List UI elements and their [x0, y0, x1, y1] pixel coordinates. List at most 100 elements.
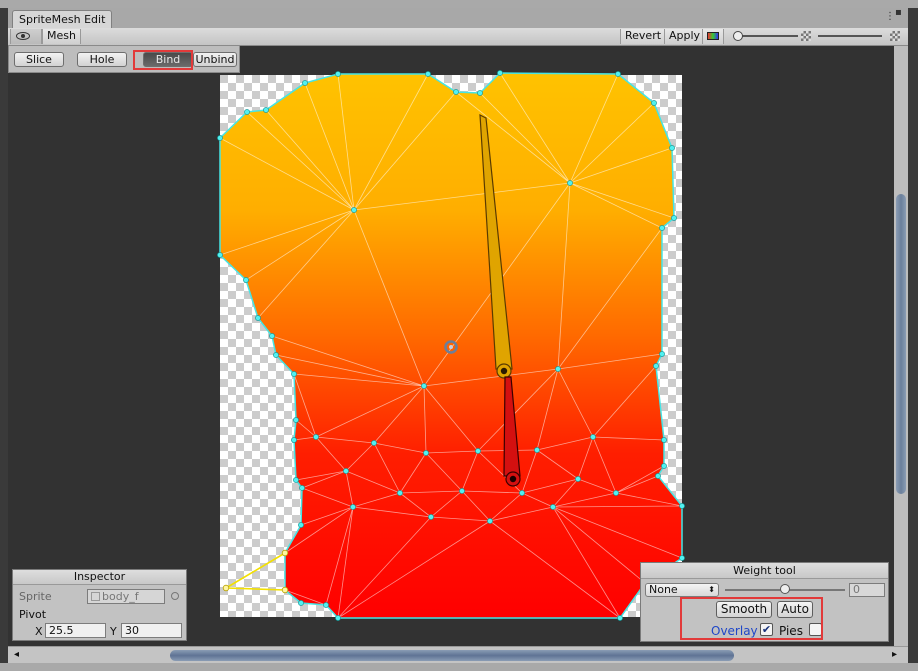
- mesh-vertex[interactable]: [661, 437, 667, 443]
- bind-highlight-box: [133, 50, 193, 70]
- mesh-vertex[interactable]: [263, 107, 269, 113]
- mesh-vertex[interactable]: [661, 463, 667, 469]
- mesh-vertex[interactable]: [313, 434, 319, 440]
- mesh-vertex[interactable]: [671, 215, 677, 221]
- mesh-vertex[interactable]: [302, 80, 308, 86]
- zoom-slider-thumb[interactable]: [733, 31, 743, 41]
- mesh-vertex[interactable]: [679, 555, 685, 561]
- mesh-vertex[interactable]: [453, 89, 459, 95]
- mesh-vertex[interactable]: [519, 490, 525, 496]
- mesh-vertex[interactable]: [590, 434, 596, 440]
- mesh-vertex[interactable]: [217, 252, 223, 258]
- mesh-vertex[interactable]: [335, 71, 341, 77]
- select-arrows-icon: ⬍: [708, 585, 715, 594]
- mesh-vertex[interactable]: [323, 602, 329, 608]
- mesh-vertex[interactable]: [293, 477, 299, 483]
- mesh-vertex[interactable]: [269, 333, 275, 339]
- mesh-vertex[interactable]: [679, 503, 685, 509]
- bone-chain-vertex[interactable]: [281, 549, 289, 557]
- pivot-x-field[interactable]: 25.5: [45, 623, 106, 638]
- sprite-field-value: body_f: [102, 590, 139, 603]
- mesh-vertex[interactable]: [653, 363, 659, 369]
- view-mode-button[interactable]: [10, 29, 42, 44]
- mesh-vertex[interactable]: [293, 417, 299, 423]
- mesh-vertex[interactable]: [659, 351, 665, 357]
- window-tab[interactable]: SpriteMesh Edit: [12, 10, 113, 28]
- mesh-vertex[interactable]: [615, 71, 621, 77]
- scroll-right-icon[interactable]: ▸: [892, 649, 897, 660]
- mesh-vertex[interactable]: [459, 488, 465, 494]
- mesh-vertex[interactable]: [244, 109, 250, 115]
- mesh-viewport[interactable]: [8, 46, 894, 646]
- weight-slider[interactable]: [725, 584, 845, 596]
- inspector-title: Inspector: [13, 570, 186, 585]
- mesh-vertex[interactable]: [217, 135, 223, 141]
- checker-icon-2: [890, 31, 900, 41]
- inspector-panel: Inspector Sprite body_f Pivot X 25.5 Y 3…: [12, 569, 187, 641]
- object-picker-icon[interactable]: [171, 592, 179, 600]
- weight-slider-thumb[interactable]: [780, 584, 790, 594]
- mesh-vertex[interactable]: [475, 448, 481, 454]
- mesh-vertex[interactable]: [291, 437, 297, 443]
- mesh-vertex[interactable]: [567, 180, 573, 186]
- mesh-button[interactable]: Mesh: [42, 29, 81, 44]
- mesh-vertex[interactable]: [534, 447, 540, 453]
- mesh-vertex[interactable]: [423, 450, 429, 456]
- mesh-vertex[interactable]: [497, 70, 503, 76]
- horizontal-scrollbar[interactable]: ◂ ▸: [8, 646, 908, 663]
- mesh-vertex[interactable]: [555, 366, 561, 372]
- sprite-label: Sprite: [19, 590, 52, 603]
- weight-controls-highlight-box: [680, 597, 823, 640]
- alpha-slider[interactable]: [816, 31, 886, 41]
- mode-panel: Slice Hole Bind Unbind: [8, 46, 240, 73]
- mesh-vertex[interactable]: [550, 504, 556, 510]
- mesh-vertex[interactable]: [477, 90, 483, 96]
- slice-button[interactable]: Slice: [14, 52, 64, 67]
- apply-button[interactable]: Apply: [664, 29, 706, 44]
- mesh-vertex[interactable]: [351, 207, 357, 213]
- vertical-scrollbar-thumb[interactable]: [896, 194, 906, 494]
- bone-select[interactable]: None ⬍: [645, 583, 719, 597]
- unbind-button[interactable]: Unbind: [193, 52, 237, 67]
- mesh-vertex[interactable]: [291, 371, 297, 377]
- mesh-vertex[interactable]: [298, 522, 304, 528]
- weight-value-field[interactable]: 0: [849, 583, 885, 597]
- mesh-vertex[interactable]: [299, 485, 305, 491]
- color-channels-button[interactable]: [702, 29, 724, 44]
- mesh-vertex[interactable]: [343, 468, 349, 474]
- vertical-scrollbar[interactable]: [894, 46, 908, 646]
- bone-chain-vertex[interactable]: [222, 584, 230, 592]
- mesh-vertex[interactable]: [487, 518, 493, 524]
- mesh-vertex[interactable]: [397, 490, 403, 496]
- mesh-vertex[interactable]: [575, 476, 581, 482]
- bone-chain-vertex[interactable]: [281, 586, 289, 594]
- mesh-vertex[interactable]: [335, 615, 341, 621]
- window-menu-icon[interactable]: ⋮: [885, 11, 895, 22]
- mesh-vertex[interactable]: [421, 383, 427, 389]
- mesh-vertex[interactable]: [350, 504, 356, 510]
- hole-button[interactable]: Hole: [77, 52, 127, 67]
- mesh-vertex[interactable]: [613, 490, 619, 496]
- mesh-vertex[interactable]: [273, 352, 279, 358]
- sprite-asset-icon: [91, 592, 100, 601]
- mesh-vertex[interactable]: [243, 277, 249, 283]
- revert-button[interactable]: Revert: [620, 29, 667, 44]
- horizontal-scrollbar-thumb[interactable]: [170, 650, 734, 661]
- zoom-slider[interactable]: [730, 31, 800, 41]
- window-close-icon[interactable]: ▪: [895, 7, 902, 18]
- pivot-y-field[interactable]: 30: [121, 623, 182, 638]
- mesh-vertex[interactable]: [428, 514, 434, 520]
- mesh-canvas[interactable]: [8, 46, 894, 646]
- bone-select-value: None: [649, 583, 678, 596]
- mesh-vertex[interactable]: [255, 315, 261, 321]
- mesh-vertex[interactable]: [669, 145, 675, 151]
- mesh-vertex[interactable]: [655, 473, 661, 479]
- mesh-vertex[interactable]: [425, 71, 431, 77]
- mesh-vertex[interactable]: [371, 440, 377, 446]
- mesh-vertex[interactable]: [617, 615, 623, 621]
- mesh-vertex[interactable]: [659, 225, 665, 231]
- color-swatch-icon: [707, 32, 719, 40]
- scroll-left-icon[interactable]: ◂: [14, 649, 19, 660]
- mesh-vertex[interactable]: [298, 600, 304, 606]
- mesh-vertex[interactable]: [651, 100, 657, 106]
